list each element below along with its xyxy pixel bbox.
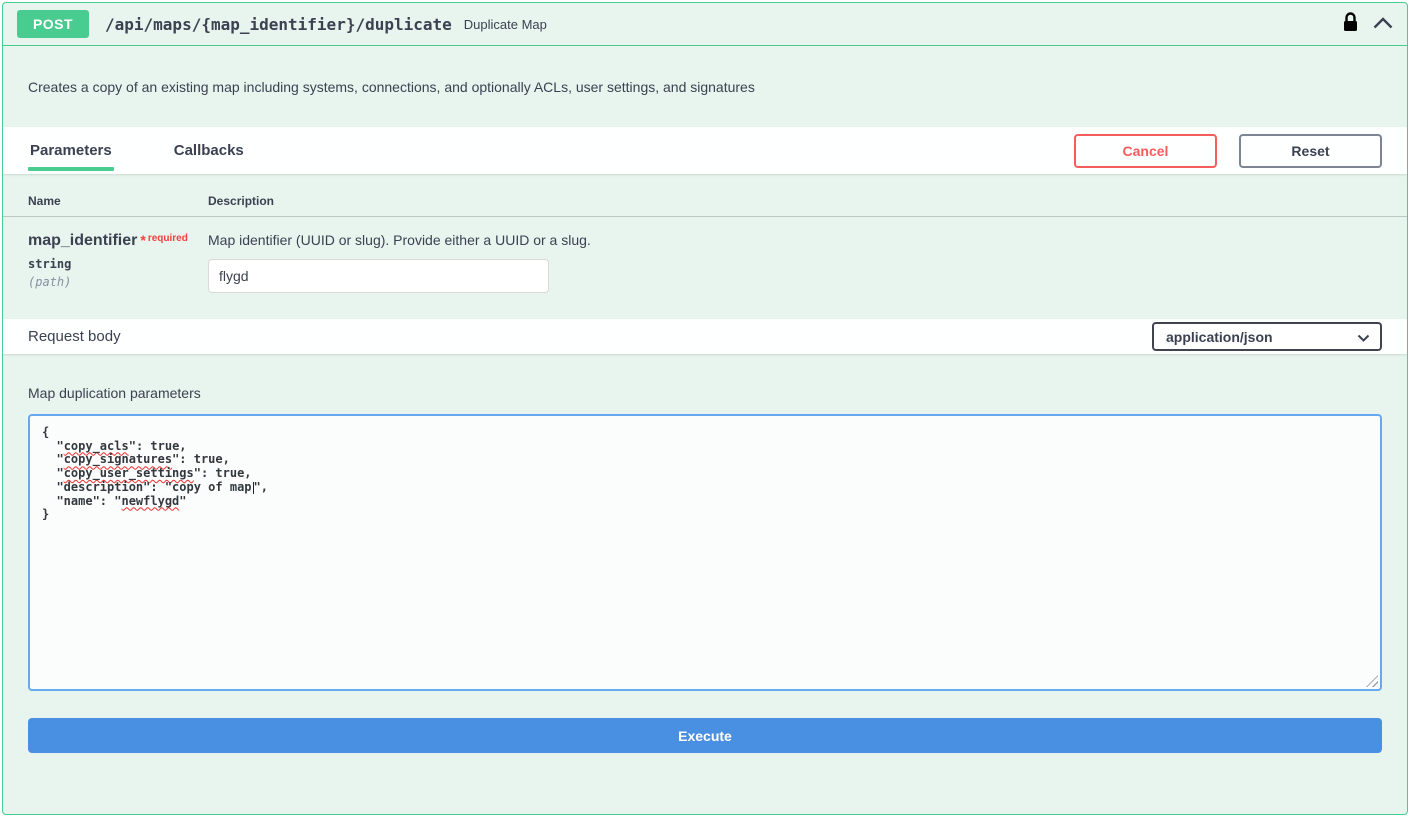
operation-summary-bar[interactable]: POST /api/maps/{map_identifier}/duplicat… bbox=[3, 3, 1407, 46]
parameters-section: Name Description map_identifier*required… bbox=[3, 174, 1407, 319]
tab-bar: Parameters Callbacks bbox=[28, 127, 246, 174]
editor-line: "copy_signatures": true, bbox=[42, 453, 1368, 467]
parameter-location: (path) bbox=[28, 275, 208, 289]
required-star: * bbox=[140, 232, 145, 248]
parameter-row-map-identifier: map_identifier*required string (path) Ma… bbox=[3, 217, 1407, 293]
parameters-header-row: Parameters Callbacks Cancel Reset bbox=[3, 127, 1407, 174]
required-label: required bbox=[148, 233, 188, 244]
misspelled-word: copy_acls bbox=[64, 439, 129, 453]
misspelled-word: copy_user_settings bbox=[64, 466, 194, 480]
authorize-button[interactable] bbox=[1342, 12, 1359, 36]
misspelled-word: newflygd bbox=[121, 494, 179, 508]
content-type-select[interactable]: application/json bbox=[1152, 322, 1382, 351]
reset-button[interactable]: Reset bbox=[1239, 134, 1382, 168]
column-header-name: Name bbox=[28, 194, 208, 208]
parameter-type: string bbox=[28, 257, 208, 271]
chevron-up-icon bbox=[1373, 17, 1393, 32]
parameter-description: Map identifier (UUID or slug). Provide e… bbox=[208, 232, 1382, 248]
api-operation-block: POST /api/maps/{map_identifier}/duplicat… bbox=[2, 2, 1408, 815]
request-body-editor[interactable]: { "copy_acls": true, "copy_signatures": … bbox=[28, 414, 1382, 691]
content-type-value: application/json bbox=[1166, 329, 1273, 345]
column-header-description: Description bbox=[208, 194, 1382, 208]
misspelled-word: copy_signatures bbox=[64, 452, 172, 466]
parameter-name-cell: map_identifier*required string (path) bbox=[28, 232, 208, 293]
map-identifier-input[interactable] bbox=[208, 259, 549, 293]
collapse-operation-button[interactable] bbox=[1373, 17, 1393, 32]
operation-description: Creates a copy of an existing map includ… bbox=[3, 46, 1407, 127]
chevron-down-icon bbox=[1357, 329, 1370, 345]
parameter-name: map_identifier*required bbox=[28, 232, 208, 250]
execute-button[interactable]: Execute bbox=[28, 718, 1382, 753]
text-cursor bbox=[253, 482, 254, 494]
editor-line: "copy_acls": true, bbox=[42, 440, 1368, 454]
request-body-section: Map duplication parameters { "copy_acls"… bbox=[3, 354, 1407, 691]
editor-line: "name": "newflygd" bbox=[42, 495, 1368, 509]
parameter-description-cell: Map identifier (UUID or slug). Provide e… bbox=[208, 232, 1382, 293]
tab-callbacks[interactable]: Callbacks bbox=[172, 127, 246, 174]
lock-icon bbox=[1342, 12, 1359, 36]
endpoint-summary: Duplicate Map bbox=[464, 17, 547, 32]
parameter-name-text: map_identifier bbox=[28, 232, 137, 249]
endpoint-path: /api/maps/{map_identifier}/duplicate bbox=[105, 15, 452, 34]
request-body-label: Request body bbox=[28, 328, 121, 345]
parameters-table-header: Name Description bbox=[3, 174, 1407, 217]
editor-line: { bbox=[42, 426, 1368, 440]
editor-line: } bbox=[42, 508, 1368, 522]
cancel-button[interactable]: Cancel bbox=[1074, 134, 1217, 168]
http-method-badge: POST bbox=[17, 10, 89, 38]
editor-line: "description": "copy of map", bbox=[42, 481, 1368, 495]
editor-line: "copy_user_settings": true, bbox=[42, 467, 1368, 481]
resize-handle[interactable] bbox=[1366, 675, 1378, 687]
tab-parameters[interactable]: Parameters bbox=[28, 127, 114, 174]
execute-section: Execute bbox=[3, 691, 1407, 763]
request-body-header-row: Request body application/json bbox=[3, 319, 1407, 354]
request-body-description: Map duplication parameters bbox=[28, 385, 1382, 401]
